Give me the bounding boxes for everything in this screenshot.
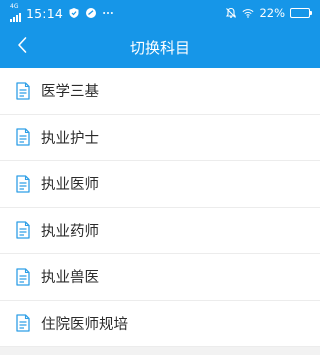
page-title: 切换科目 bbox=[129, 38, 190, 57]
document-icon bbox=[16, 128, 30, 146]
subject-label: 执业药师 bbox=[41, 223, 99, 240]
subject-list: 医学三基执业护士执业医师执业药师执业兽医住院医师规培 bbox=[0, 68, 320, 347]
list-item[interactable]: 执业医师 bbox=[0, 161, 320, 208]
wifi-icon bbox=[242, 7, 254, 19]
title-bar: 切换科目 bbox=[0, 26, 320, 68]
chevron-left-icon bbox=[16, 36, 28, 58]
document-icon bbox=[16, 221, 30, 239]
status-bar-left: 4G 15:14 bbox=[10, 0, 114, 26]
battery-percent: 22% bbox=[259, 6, 285, 20]
document-icon bbox=[16, 175, 30, 193]
subject-label: 医学三基 bbox=[41, 84, 99, 101]
subject-label: 执业医师 bbox=[41, 177, 99, 194]
mute-icon bbox=[225, 7, 237, 19]
signal-icon bbox=[10, 11, 21, 22]
back-button[interactable] bbox=[6, 26, 38, 68]
list-item[interactable]: 住院医师规培 bbox=[0, 300, 320, 347]
document-icon bbox=[16, 268, 30, 286]
list-item[interactable]: 医学三基 bbox=[0, 68, 320, 115]
document-icon bbox=[16, 82, 30, 100]
status-time: 15:14 bbox=[26, 5, 64, 21]
bubble-icon bbox=[85, 7, 97, 19]
list-item[interactable]: 执业兽医 bbox=[0, 254, 320, 301]
document-icon bbox=[16, 314, 30, 332]
signal-indicator: 4G bbox=[10, 4, 21, 22]
status-bar: 4G 15:14 22% bbox=[0, 0, 320, 26]
list-item[interactable]: 执业药师 bbox=[0, 207, 320, 254]
bottom-strip bbox=[0, 347, 320, 355]
shield-icon bbox=[68, 7, 80, 19]
battery-icon bbox=[290, 8, 312, 18]
subject-label: 住院医师规培 bbox=[41, 316, 128, 333]
list-item[interactable]: 执业护士 bbox=[0, 114, 320, 161]
subject-label: 执业兽医 bbox=[41, 270, 99, 287]
status-bar-right: 22% bbox=[225, 0, 312, 26]
ellipsis-icon bbox=[102, 7, 114, 19]
network-type: 4G bbox=[10, 3, 19, 10]
subject-label: 执业护士 bbox=[41, 130, 99, 147]
